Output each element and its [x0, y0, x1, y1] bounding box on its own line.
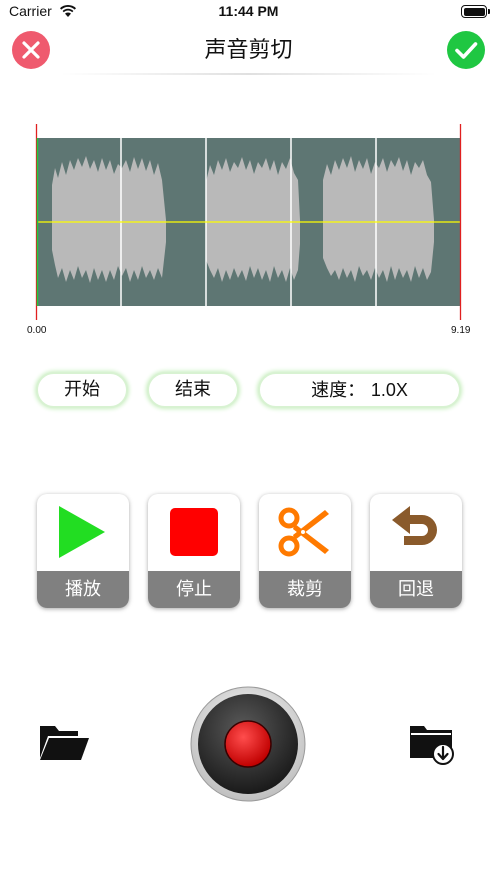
undo-label: 回退	[370, 571, 462, 608]
undo-icon	[392, 506, 437, 545]
status-bar: Carrier 11:44 PM	[0, 0, 497, 26]
play-button[interactable]: 播放	[37, 494, 129, 608]
record-button[interactable]	[190, 686, 306, 802]
start-button[interactable]: 开始	[36, 372, 128, 408]
record-icon	[190, 686, 306, 802]
play-icon	[59, 506, 105, 558]
stop-icon	[170, 508, 218, 556]
page-title: 声音剪切	[204, 38, 293, 63]
stop-button[interactable]: 停止	[148, 494, 240, 608]
stop-icon-box	[148, 494, 240, 571]
confirm-button[interactable]	[447, 31, 485, 69]
battery-level-fill	[463, 7, 485, 16]
undo-button[interactable]: 回退	[370, 494, 462, 608]
speed-label: 速度：	[311, 380, 366, 401]
folder-download-icon[interactable]	[408, 722, 456, 766]
undo-icon-box	[370, 494, 462, 571]
nav-divider	[60, 73, 437, 75]
waveform-view[interactable]	[0, 120, 497, 340]
play-icon-box	[37, 494, 129, 571]
end-time-label: 9.19	[451, 325, 471, 336]
nav-bar: 声音剪切	[0, 26, 497, 76]
cut-label: 裁剪	[259, 571, 351, 608]
waveform-editor[interactable]: 0.00 9.19	[0, 120, 497, 340]
battery-icon	[461, 5, 490, 18]
speed-value: 1.0X	[370, 380, 408, 400]
clock: 11:44 PM	[218, 3, 279, 19]
sound-cut-screen: Carrier 11:44 PM 声音剪切 0.00 9.19 开始 结束 速度…	[0, 0, 497, 883]
scissors-icon	[278, 507, 329, 557]
speed-button[interactable]: 速度： 1.0X	[258, 372, 461, 408]
cut-button[interactable]: 裁剪	[259, 494, 351, 608]
play-label: 播放	[37, 571, 129, 608]
scissors-icon-box	[259, 494, 351, 571]
stop-label: 停止	[148, 571, 240, 608]
end-button[interactable]: 结束	[147, 372, 239, 408]
checkmark-icon	[455, 42, 478, 59]
start-time-label: 0.00	[27, 325, 47, 336]
folder-open-icon[interactable]	[38, 722, 90, 764]
